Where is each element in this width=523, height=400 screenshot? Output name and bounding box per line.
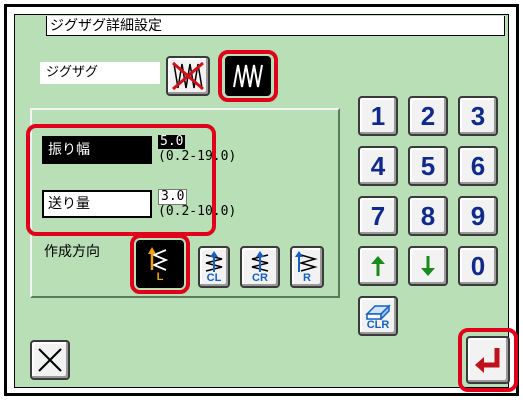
direction-cr-button[interactable]: CR (240, 246, 280, 288)
direction-label: 作成方向 (44, 244, 100, 260)
zigzag-on-button[interactable] (225, 56, 271, 96)
key-3-label: 3 (470, 100, 486, 131)
key-5[interactable]: 5 (408, 146, 448, 186)
down-arrow-button[interactable] (408, 246, 448, 286)
zigzag-off-button[interactable] (166, 56, 210, 96)
enter-button[interactable] (466, 336, 510, 384)
up-arrow-icon (371, 256, 385, 276)
key-2-label: 2 (420, 100, 436, 131)
direction-cl-caption: CL (206, 271, 222, 284)
key-8[interactable]: 8 (408, 196, 448, 236)
key-0-label: 0 (470, 250, 486, 281)
direction-r-button[interactable]: R (290, 246, 324, 288)
key-6[interactable]: 6 (458, 146, 498, 186)
key-7[interactable]: 7 (358, 196, 398, 236)
key-7-label: 7 (370, 200, 386, 231)
direction-cl-icon (205, 250, 223, 272)
clear-button[interactable]: CLR (358, 296, 398, 336)
direction-l-caption: L (156, 270, 164, 283)
zigzag-on-icon (233, 64, 263, 88)
amplitude-range: (0.2-19.0) (158, 149, 237, 164)
zigzag-label: ジグザグ (46, 65, 99, 80)
key-1[interactable]: 1 (358, 96, 398, 136)
feed-range: (0.2-10.0) (158, 204, 237, 219)
key-9-label: 9 (470, 200, 486, 231)
direction-cr-caption: CR (252, 271, 268, 284)
key-9[interactable]: 9 (458, 196, 498, 236)
down-arrow-icon (421, 256, 435, 276)
close-icon (38, 348, 62, 372)
feed-value[interactable]: 3.0 (158, 189, 188, 205)
direction-r-icon (295, 250, 318, 272)
clear-label: CLR (366, 318, 390, 331)
up-arrow-button[interactable] (358, 246, 398, 286)
enter-icon (475, 348, 500, 373)
direction-cl-button[interactable]: CL (198, 246, 230, 288)
key-8-label: 8 (420, 200, 436, 231)
key-4-label: 4 (370, 150, 386, 181)
key-4[interactable]: 4 (358, 146, 398, 186)
key-6-label: 6 (470, 150, 486, 181)
key-3[interactable]: 3 (458, 96, 498, 136)
key-0[interactable]: 0 (458, 246, 498, 286)
key-1-label: 1 (370, 100, 386, 131)
page-title: ジグザグ詳細設定 (50, 18, 162, 34)
key-5-label: 5 (420, 150, 436, 181)
zigzag-off-icon (172, 61, 204, 91)
feed-label[interactable]: 送り量 (42, 190, 152, 218)
cancel-button[interactable] (30, 340, 70, 380)
key-2[interactable]: 2 (408, 96, 448, 136)
direction-cr-icon (251, 250, 269, 272)
direction-l-icon (148, 246, 169, 271)
amplitude-value[interactable]: 5.0 (158, 135, 186, 149)
eraser-icon (365, 303, 391, 320)
direction-r-caption: R (303, 271, 311, 284)
direction-l-button[interactable]: L (136, 240, 184, 288)
amplitude-label[interactable]: 振り幅 (42, 136, 152, 164)
